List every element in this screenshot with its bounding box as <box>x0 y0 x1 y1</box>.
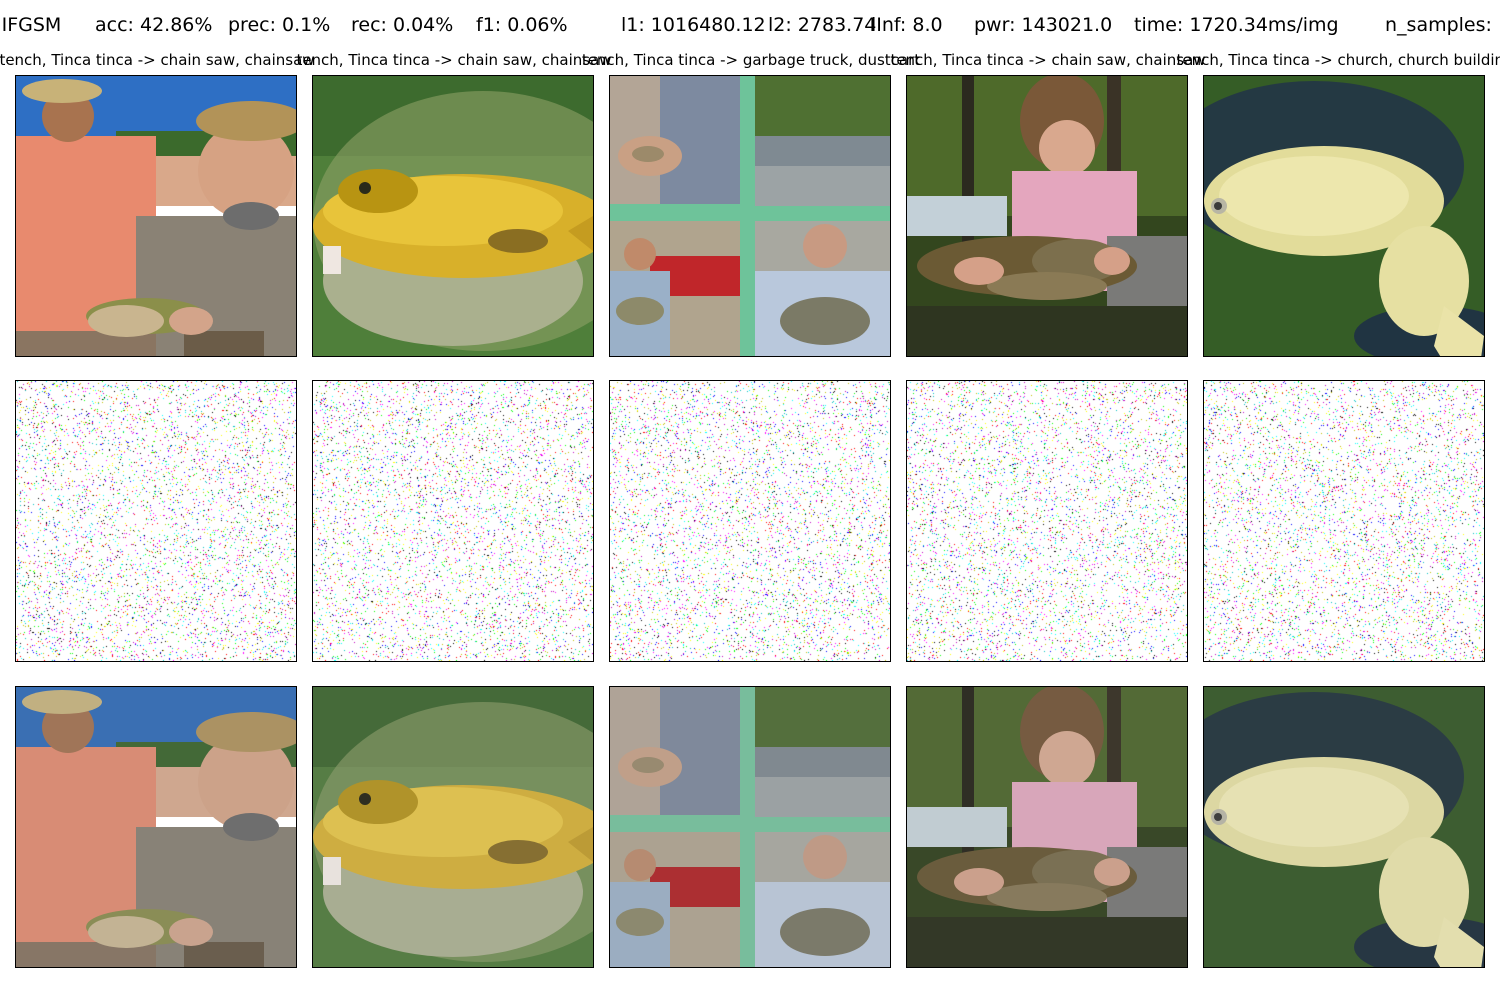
adversarial-photo-5 <box>1204 687 1484 967</box>
original-image-2 <box>312 75 594 357</box>
original-image-5 <box>1203 75 1485 357</box>
original-image-3 <box>609 75 891 357</box>
caption-row: tench, Tinca tinca -> chain saw, chainsa… <box>0 51 1500 71</box>
original-photo-5 <box>1204 76 1484 356</box>
perturbation-image-4 <box>906 380 1188 662</box>
adversarial-image-3 <box>609 686 891 968</box>
original-image-1 <box>15 75 297 357</box>
adversarial-image-5 <box>1203 686 1485 968</box>
accuracy-metric: acc: 42.86% <box>95 14 213 36</box>
n-samples-metric: n_samples: <box>1385 14 1492 36</box>
attack-name: IIFGSM <box>0 14 62 36</box>
perturbation-image-1 <box>15 380 297 662</box>
l1-metric: l1: 1016480.12 <box>621 14 766 36</box>
perturbation-noise-5 <box>1204 381 1484 661</box>
adversarial-photo-2 <box>313 687 593 967</box>
linf-metric: lInf: 8.0 <box>871 14 943 36</box>
recall-metric: rec: 0.04% <box>351 14 454 36</box>
perturbation-image-2 <box>312 380 594 662</box>
l2-metric: l2: 2783.74 <box>768 14 877 36</box>
original-photo-1 <box>16 76 296 356</box>
original-photo-3 <box>610 76 890 356</box>
perturbation-image-3 <box>609 380 891 662</box>
original-photo-2 <box>313 76 593 356</box>
perturbation-image-5 <box>1203 380 1485 662</box>
adversarial-image-2 <box>312 686 594 968</box>
metrics-header: IIFGSM acc: 42.86% prec: 0.1% rec: 0.04%… <box>0 14 1500 42</box>
power-metric: pwr: 143021.0 <box>974 14 1113 36</box>
perturbation-noise-4 <box>907 381 1187 661</box>
adversarial-image-1 <box>15 686 297 968</box>
original-image-4 <box>906 75 1188 357</box>
time-metric: time: 1720.34ms/img <box>1134 14 1339 36</box>
perturbation-noise-1 <box>16 381 296 661</box>
f1-metric: f1: 0.06% <box>476 14 568 36</box>
adversarial-image-4 <box>906 686 1188 968</box>
perturbation-noise-3 <box>610 381 890 661</box>
caption-5: tench, Tinca tinca -> church, church bui… <box>1176 51 1500 69</box>
perturbation-noise-2 <box>313 381 593 661</box>
precision-metric: prec: 0.1% <box>228 14 331 36</box>
adversarial-photo-1 <box>16 687 296 967</box>
adversarial-photo-3 <box>610 687 890 967</box>
original-photo-4 <box>907 76 1187 356</box>
adversarial-photo-4 <box>907 687 1187 967</box>
